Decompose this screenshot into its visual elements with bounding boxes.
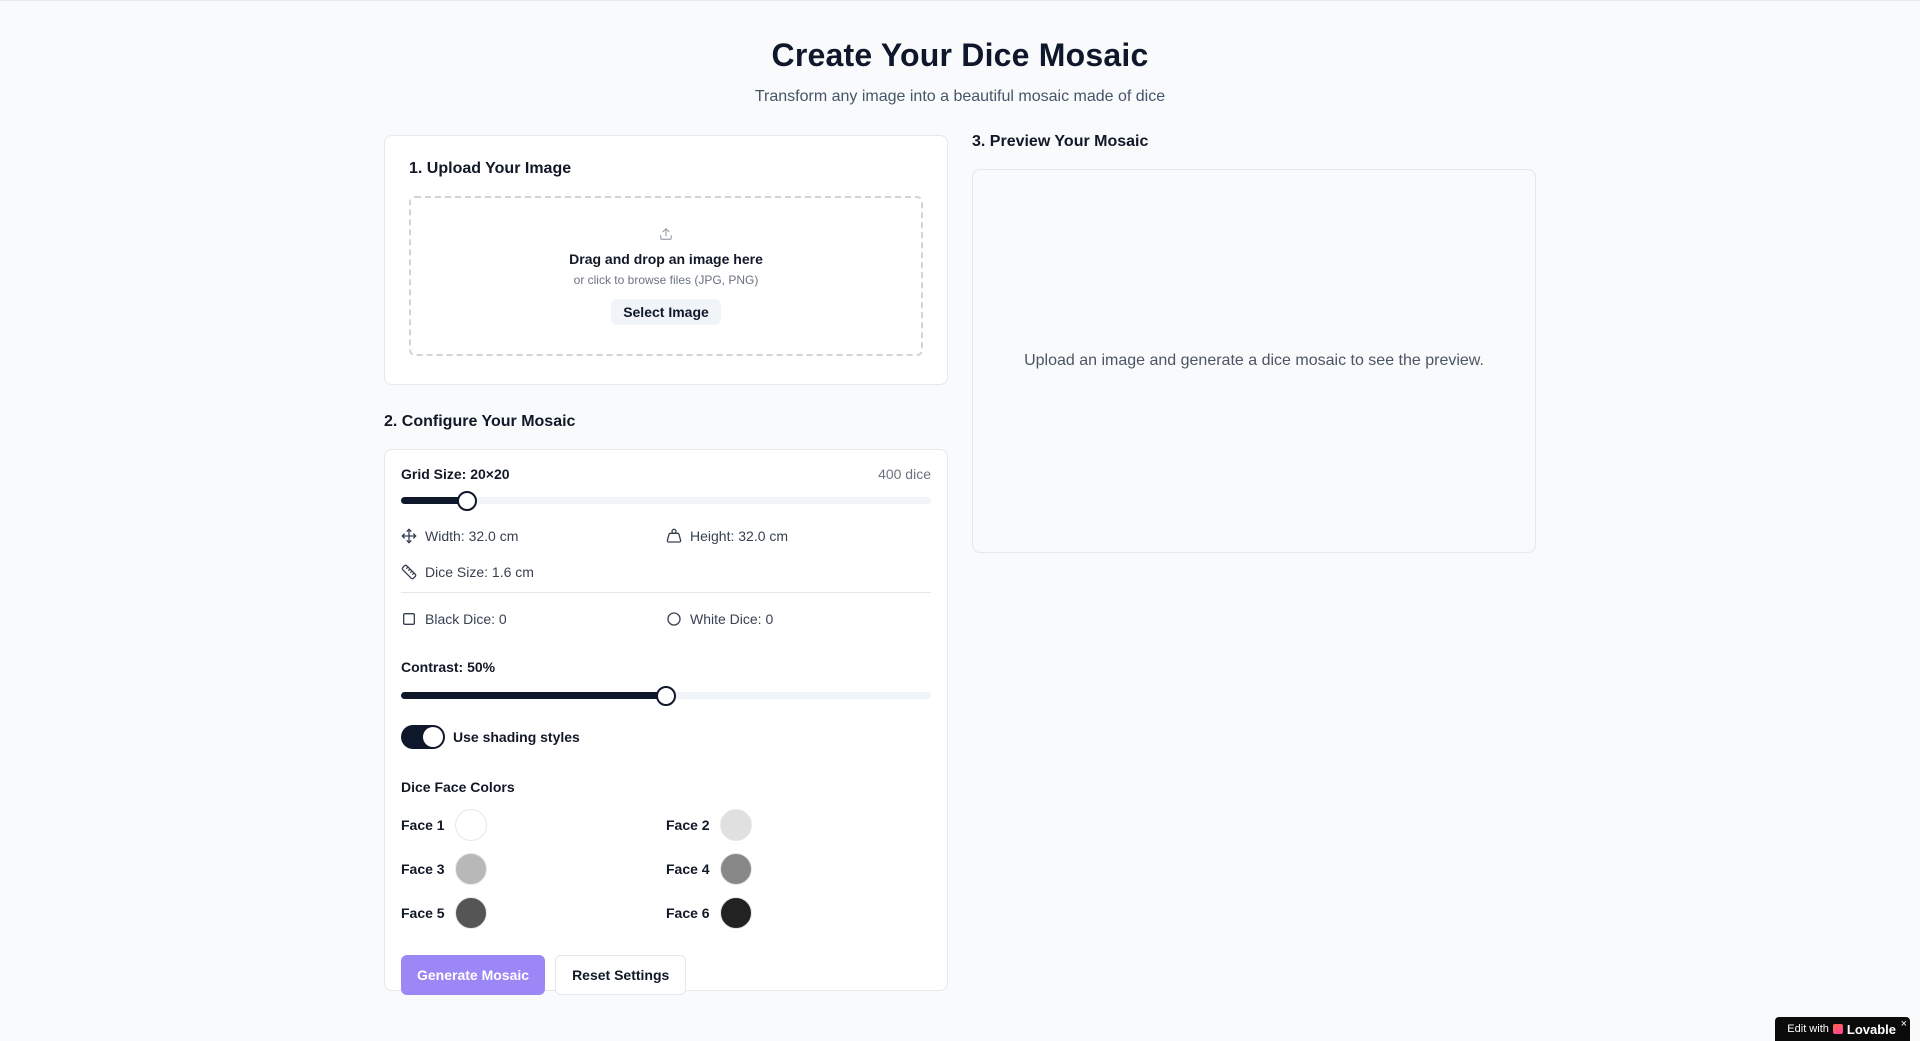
face-colors-grid: Face 1 Face 2 Face 3 Face 4 Face 5 Face …	[401, 803, 931, 935]
edit-with-lovable-badge[interactable]: Edit with Lovable ×	[1775, 1017, 1910, 1041]
page-subtitle: Transform any image into a beautiful mos…	[754, 88, 1166, 105]
preview-card: Upload an image and generate a dice mosa…	[972, 169, 1536, 553]
face-2-label: Face 2	[666, 817, 710, 833]
grid-size-slider[interactable]	[401, 490, 931, 511]
upload-card: 1. Upload Your Image Drag and drop an im…	[384, 135, 948, 385]
square-icon	[403, 613, 415, 625]
shading-label: Use shading styles	[453, 729, 580, 745]
circle-icon	[667, 612, 681, 626]
face-4-swatch[interactable]	[719, 853, 752, 885]
image-dropzone[interactable]: Drag and drop an image here or click to …	[409, 196, 923, 356]
left-column: 1. Upload Your Image Drag and drop an im…	[384, 135, 948, 995]
contrast-label: Contrast: 50%	[401, 659, 496, 675]
reset-settings-button[interactable]: Reset Settings	[555, 955, 687, 995]
face-1-swatch[interactable]	[454, 809, 487, 841]
black-dice-stat: Black Dice: 0	[401, 601, 666, 637]
dice-size-value: Dice Size: 1.6 cm	[425, 564, 534, 580]
select-image-button[interactable]: Select Image	[611, 299, 721, 325]
dropzone-title: Drag and drop an image here	[569, 251, 763, 267]
toggle-knob	[423, 727, 443, 747]
lovable-heart-icon	[1832, 1024, 1843, 1034]
face-2-swatch[interactable]	[719, 809, 752, 841]
stats-divider	[401, 592, 931, 593]
weight-icon	[666, 528, 682, 543]
preview-heading: 3. Preview Your Mosaic	[972, 133, 1149, 150]
page-title: Create Your Dice Mosaic	[771, 37, 1149, 73]
badge-close-icon[interactable]: ×	[1901, 1018, 1907, 1030]
upload-icon	[660, 228, 672, 240]
face-1-row: Face 1	[401, 803, 666, 847]
height-stat: Height: 32.0 cm	[666, 518, 931, 554]
contrast-slider-fill	[401, 692, 666, 699]
main-layout: 1. Upload Your Image Drag and drop an im…	[384, 133, 1536, 995]
generate-mosaic-button[interactable]: Generate Mosaic	[401, 955, 546, 995]
white-dice-stat: White Dice: 0	[666, 601, 931, 637]
preview-placeholder: Upload an image and generate a dice mosa…	[1024, 352, 1484, 369]
shading-toggle[interactable]	[401, 725, 445, 749]
face-4-row: Face 4	[666, 847, 931, 891]
face-1-label: Face 1	[401, 817, 445, 833]
face-6-swatch[interactable]	[719, 897, 752, 929]
dice-size-stat: Dice Size: 1.6 cm	[401, 554, 666, 590]
black-dice-value: Black Dice: 0	[425, 611, 507, 627]
upload-heading: 1. Upload Your Image	[409, 160, 572, 177]
height-value: Height: 32.0 cm	[690, 528, 789, 544]
face-3-label: Face 3	[401, 861, 445, 877]
contrast-section: Contrast: 50%	[401, 659, 931, 706]
config-card: Grid Size: 20×20 400 dice Width: 32.0 cm…	[384, 449, 948, 995]
face-3-row: Face 3	[401, 847, 666, 891]
grid-slider-thumb[interactable]	[457, 491, 478, 511]
grid-size-label: Grid Size: 20×20	[401, 466, 510, 482]
face-5-swatch[interactable]	[454, 897, 487, 929]
face-6-row: Face 6	[666, 891, 931, 935]
grid-size-row: Grid Size: 20×20 400 dice	[401, 466, 931, 482]
dimension-stats: Width: 32.0 cm Height: 32.0 cm Dice Size…	[401, 518, 931, 590]
dice-count-stats: Black Dice: 0 White Dice: 0	[401, 601, 931, 637]
page-header: Create Your Dice Mosaic Transform any im…	[0, 1, 1920, 106]
right-column: 3. Preview Your Mosaic Upload an image a…	[972, 133, 1536, 991]
dropzone-hint: or click to browse files (JPG, PNG)	[573, 273, 759, 287]
config-heading: 2. Configure Your Mosaic	[384, 413, 576, 430]
width-stat: Width: 32.0 cm	[401, 518, 666, 554]
action-buttons: Generate Mosaic Reset Settings	[401, 955, 931, 995]
move-icon	[401, 528, 417, 544]
face-colors-heading: Dice Face Colors	[401, 779, 515, 795]
face-4-label: Face 4	[666, 861, 710, 877]
dice-count: 400 dice	[878, 466, 931, 482]
contrast-slider[interactable]	[401, 685, 931, 706]
white-dice-value: White Dice: 0	[690, 611, 774, 627]
shading-row: Use shading styles	[401, 725, 931, 749]
width-value: Width: 32.0 cm	[425, 528, 519, 544]
grid-slider-track	[401, 497, 931, 504]
badge-brand: Lovable	[1846, 1021, 1896, 1037]
face-3-swatch[interactable]	[454, 853, 487, 885]
badge-prefix: Edit with	[1787, 1023, 1829, 1035]
face-5-label: Face 5	[401, 905, 445, 921]
ruler-icon	[401, 564, 417, 580]
face-2-row: Face 2	[666, 803, 931, 847]
face-5-row: Face 5	[401, 891, 666, 935]
contrast-slider-thumb[interactable]	[656, 686, 676, 706]
face-6-label: Face 6	[666, 905, 710, 921]
